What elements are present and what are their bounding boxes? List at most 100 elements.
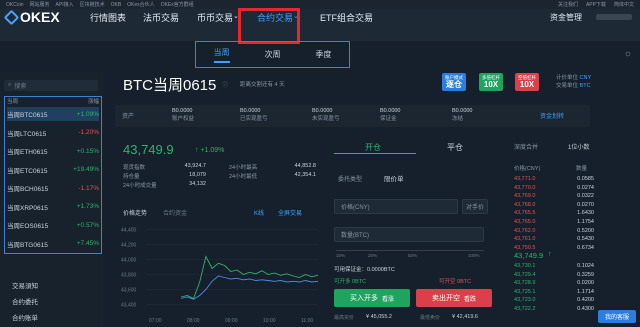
- logo[interactable]: OKEX: [3, 9, 60, 25]
- instrument-row[interactable]: 当周ETC0615 +19.49%: [7, 163, 99, 177]
- instrument-row[interactable]: 当周ETH0615 +0.15%: [7, 144, 99, 158]
- topbar-link[interactable]: API接入: [56, 1, 74, 8]
- orderbook-row[interactable]: 43,769.0 0.0322: [514, 193, 594, 199]
- nav-etf[interactable]: ETF组合交易: [320, 11, 373, 24]
- tab-quarter[interactable]: 季度: [316, 49, 332, 60]
- app-download-link[interactable]: APP下载: [586, 1, 606, 8]
- nav-fiat[interactable]: 法币交易: [143, 11, 179, 24]
- topbar-link[interactable]: OKEx官方群组: [161, 1, 194, 8]
- pct-mark[interactable]: 20%: [368, 253, 377, 258]
- sidebar-item-notice[interactable]: 交易須知: [12, 280, 38, 290]
- pct-mark[interactable]: 10%: [336, 253, 345, 258]
- orderbook-row[interactable]: 43,722.2 0.4300: [514, 306, 594, 312]
- orderbook-row[interactable]: 43,723.0 0.4200: [514, 297, 594, 303]
- tab-close[interactable]: 平仓: [447, 142, 463, 153]
- instrument-change: -1.20%: [78, 129, 99, 136]
- stat-value: 34,132: [189, 181, 206, 187]
- info-icon[interactable]: ⓘ: [222, 80, 228, 89]
- sidebar-item-orders[interactable]: 合约委托: [12, 296, 38, 306]
- sidebar-item-bills[interactable]: 合约账单: [12, 312, 38, 322]
- order-type-select[interactable]: 限价单: [384, 173, 404, 183]
- orderbook-price: 43,728.9: [514, 280, 536, 287]
- stat-label: 24小时最低: [229, 174, 258, 180]
- pct-mark[interactable]: 50%: [408, 253, 417, 258]
- short-leverage-button[interactable]: 空倍杠杆 10X: [515, 73, 539, 91]
- margin-mode-button[interactable]: 账户模式 逐仓: [442, 73, 466, 91]
- orderbook-price: 43,762.0: [514, 227, 536, 234]
- instrument-row[interactable]: 当周BTC0615 +1.09%: [7, 107, 99, 121]
- instrument-row[interactable]: 当周BTG0615 +7.45%: [7, 237, 99, 251]
- nav-charts[interactable]: 行情图表: [90, 11, 126, 24]
- orderbook-qty: 1.1754: [577, 219, 594, 225]
- search-input[interactable]: ⌕ 搜索: [4, 80, 98, 91]
- topbar-link[interactable]: OKCoin: [6, 2, 24, 8]
- user-account[interactable]: [596, 14, 632, 20]
- orderbook-row[interactable]: 43,761.0 0.5430: [514, 236, 594, 242]
- orderbook-row[interactable]: 43,762.0 0.5200: [514, 228, 594, 234]
- orderbook-row[interactable]: 43,750.5 0.6734: [514, 245, 594, 251]
- balance-label: 账户权益: [172, 116, 195, 122]
- kline-link[interactable]: K线: [254, 208, 264, 217]
- col-change[interactable]: 涨幅: [88, 97, 99, 105]
- orderbook-price: 43,765.5: [514, 210, 536, 217]
- topbar-link[interactable]: OKB: [111, 2, 122, 8]
- balance-value: B0.0000: [312, 108, 333, 114]
- topbar-link[interactable]: 区块链技术: [80, 1, 105, 8]
- nav-assets[interactable]: 资金管理: [550, 12, 582, 23]
- instrument-row[interactable]: 当周BCH0615 -1.17%: [7, 181, 99, 195]
- counterparty-price-button[interactable]: 对手价: [462, 199, 488, 214]
- orderbook-row[interactable]: 43,771.0 0.0585: [514, 176, 594, 182]
- price-chart[interactable]: 43,400 43,600 43,800 44,000 44,200 44,400 07:0…: [118, 218, 324, 327]
- instrument-row[interactable]: 当周XRP0615 +1.73%: [7, 200, 99, 214]
- tab-next-week[interactable]: 次周: [265, 49, 281, 60]
- balance-equity: B0.0000 账户权益: [172, 107, 194, 123]
- customer-service-button[interactable]: 我的客服: [598, 310, 636, 323]
- price-input[interactable]: 价格(CNY): [334, 199, 458, 214]
- orderbook-row[interactable]: 43,770.0 0.0274: [514, 185, 594, 191]
- x-tick-label: 11:00: [301, 318, 313, 324]
- follow-link[interactable]: 关注我们: [558, 1, 578, 8]
- transfer-link[interactable]: 资金划转: [540, 111, 564, 120]
- stat-value: 18,079: [189, 172, 206, 178]
- nav-spot[interactable]: 币币交易: [197, 11, 233, 24]
- chart-tab-funds[interactable]: 合约资金: [163, 208, 187, 217]
- y-tick-label: 44,200: [121, 243, 137, 249]
- orderbook-row[interactable]: 43,725.1 1.1714: [514, 289, 594, 295]
- buy-long-button[interactable]: 买入开多 看涨: [334, 289, 410, 307]
- orderbook-row[interactable]: 43,728.9 0.0200: [514, 280, 594, 286]
- language-select[interactable]: 简体中文: [614, 1, 634, 8]
- unit-selector[interactable]: 计价单位 CNY 交易单位 BTC: [556, 74, 591, 90]
- orderbook-row[interactable]: 43,765.0 1.1754: [514, 219, 594, 225]
- price-placeholder: 价格(CNY): [341, 205, 370, 211]
- quantity-input[interactable]: 数量(BTC): [334, 227, 484, 242]
- topbar-link[interactable]: 网站服务: [30, 1, 50, 8]
- sell-short-button[interactable]: 卖出开空 看跌: [416, 289, 492, 307]
- orderbook-price: 43,765.0: [514, 219, 536, 225]
- orderbook-price: 43,723.0: [514, 297, 536, 304]
- theme-toggle-icon[interactable]: ☼: [624, 48, 632, 58]
- instrument-row[interactable]: 当周EOS0615 +0.57%: [7, 218, 99, 232]
- chart-tab-price[interactable]: 价格走势: [123, 208, 147, 217]
- orderbook-qty: 0.0274: [577, 184, 594, 191]
- fullscreen-link[interactable]: 全屏交易: [278, 208, 302, 217]
- long-leverage-button[interactable]: 多倍杠杆 10X: [479, 73, 503, 91]
- price-change: ↑ +1.09%: [195, 147, 224, 154]
- orderbook-row[interactable]: 43,765.5 1.6430: [514, 210, 594, 216]
- instrument-row[interactable]: 当周LTC0615 -1.20%: [7, 126, 99, 140]
- x-tick-label: 08:00: [187, 318, 200, 324]
- unit2-value: BTC: [579, 83, 591, 89]
- col-name[interactable]: 当周: [7, 97, 18, 105]
- percent-slider[interactable]: [336, 250, 484, 251]
- topbar-link[interactable]: OKex合伙人: [127, 1, 155, 8]
- unit-value: CNY: [579, 75, 592, 81]
- search-icon: ⌕: [8, 82, 12, 88]
- col-qty: 数量: [576, 166, 588, 172]
- orderbook-row[interactable]: 43,768.0 0.0270: [514, 202, 594, 208]
- orderbook-row[interactable]: 43,730.1 0.1024: [514, 263, 594, 269]
- pct-mark[interactable]: 100%: [468, 253, 480, 258]
- tab-this-week[interactable]: 当周: [213, 47, 230, 63]
- orderbook-row[interactable]: 43,729.4 0.3259: [514, 272, 594, 278]
- est-buy-price: ¥ 45,055.2: [366, 314, 392, 320]
- tab-open[interactable]: 开仓: [365, 142, 381, 153]
- depth-select[interactable]: 1位小数: [568, 142, 589, 151]
